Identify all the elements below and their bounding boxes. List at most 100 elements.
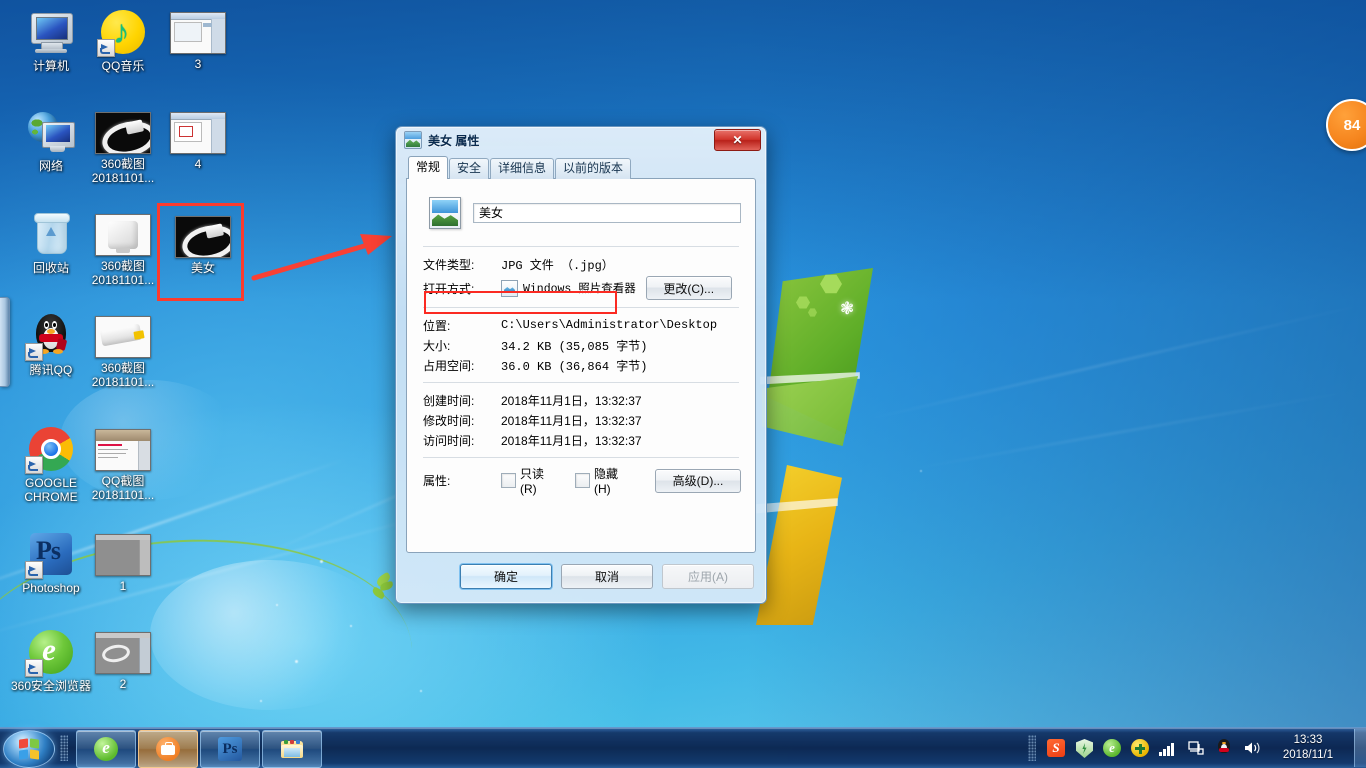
readonly-checkbox-row[interactable]: 只读(R)	[501, 465, 549, 496]
chrome-icon	[25, 425, 75, 474]
hidden-checkbox[interactable]	[575, 473, 590, 488]
dialog-titlebar[interactable]: 美女 属性 ✕	[396, 127, 766, 153]
size-on-disk-value: 36.0 KB (36,864 字节)	[501, 359, 648, 374]
360-browser-tray-icon[interactable]: e	[1101, 737, 1123, 759]
taskbar-button-photoshop[interactable]: Ps	[200, 730, 260, 768]
image-file-icon	[404, 131, 422, 149]
charger-photo-thumbnail-icon	[95, 214, 151, 256]
size-row: 大小: 34.2 KB (35,085 字节)	[421, 335, 741, 355]
taskbar: e Ps S e 13:33 2018/11/1	[0, 727, 1366, 768]
file-type-value: JPG 文件 （.jpg）	[501, 258, 614, 273]
location-value: C:\Users\Administrator\Desktop	[501, 318, 718, 332]
taskbar-grip[interactable]	[60, 735, 68, 761]
screenshot-thumbnail-icon	[95, 534, 151, 576]
360-shield-icon[interactable]	[1073, 737, 1095, 759]
sogou-input-icon[interactable]: S	[1045, 737, 1067, 759]
system-tray: S e 13:33 2018/11/1	[1028, 728, 1366, 768]
accessed-value: 2018年11月1日，13:32:37	[501, 433, 642, 448]
qq-music-icon: ♪	[97, 8, 147, 57]
windows-logo-icon	[18, 737, 40, 760]
taskbar-buttons: e Ps	[76, 728, 322, 768]
hidden-checkbox-row[interactable]: 隐藏(H)	[575, 465, 623, 496]
close-button[interactable]: ✕	[714, 129, 761, 151]
created-label: 创建时间:	[423, 393, 475, 408]
tab-security[interactable]: 安全	[449, 158, 490, 179]
hidden-label: 隐藏(H)	[594, 467, 619, 496]
advanced-button[interactable]: 高级(D)...	[655, 468, 741, 493]
qq-screenshot-thumbnail-icon	[95, 429, 151, 471]
clock-date: 2018/11/1	[1282, 749, 1334, 761]
desktop-icon-360-screenshot-1[interactable]: 360截图20181101...	[80, 108, 166, 185]
show-desktop-button[interactable]	[1354, 729, 1366, 767]
annotation-arrow-icon	[251, 234, 392, 281]
wallpaper-windows-flag	[756, 268, 900, 625]
clock-time: 13:33	[1293, 734, 1323, 746]
size-on-disk-row: 占用空间: 36.0 KB (36,864 字节)	[421, 355, 741, 375]
tab-previous-versions[interactable]: 以前的版本	[555, 158, 632, 179]
desktop-icon-1[interactable]: 1	[80, 530, 166, 593]
created-row: 创建时间: 2018年11月1日，13:32:37	[421, 390, 741, 410]
desktop-icon-qq-screenshot[interactable]: QQ截图20181101...	[80, 425, 166, 502]
close-icon: ✕	[732, 133, 743, 147]
volume-icon[interactable]	[1241, 737, 1263, 759]
selection-highlight-box	[157, 203, 244, 301]
desktop-icon-3[interactable]: 3	[155, 8, 241, 71]
desktop-icon-qq-music[interactable]: ♪ QQ音乐	[80, 8, 166, 73]
readonly-checkbox[interactable]	[501, 473, 516, 488]
accessed-row: 访问时间: 2018年11月1日，13:32:37	[421, 430, 741, 450]
change-program-button[interactable]: 更改(C)...	[645, 276, 732, 300]
network-icon[interactable]	[1185, 737, 1207, 759]
screenshot-thumbnail-icon	[170, 112, 226, 154]
tab-general[interactable]: 常规	[408, 156, 449, 179]
signal-bars-icon[interactable]	[1157, 737, 1179, 759]
size-value: 34.2 KB (35,085 字节)	[501, 339, 648, 354]
dialog-body: 常规 安全 详细信息 以前的版本 文件类型: JPG	[406, 156, 756, 593]
modified-row: 修改时间: 2018年11月1日，13:32:37	[421, 410, 741, 430]
taskbar-button-explorer[interactable]	[262, 730, 322, 768]
tray-grip[interactable]	[1028, 735, 1036, 761]
recycle-bin-icon	[27, 210, 75, 258]
desktop-icon-360-screenshot-3[interactable]: 360截图20181101...	[80, 312, 166, 389]
360-browser-icon: e	[93, 736, 119, 762]
computer-icon	[27, 8, 75, 56]
start-button[interactable]	[3, 730, 55, 768]
desktop-icon-2[interactable]: 2	[80, 628, 166, 691]
open-with-row: 打开方式: Windows 照片查看器 更改(C)...	[421, 276, 741, 300]
readonly-label: 只读(R)	[520, 467, 545, 496]
taskbar-button-360-browser[interactable]: e	[76, 730, 136, 768]
file-name-row	[421, 191, 741, 239]
desktop-icon-label: QQ音乐	[101, 59, 145, 73]
modified-label: 修改时间:	[423, 413, 475, 428]
taskbar-clock[interactable]: 13:33 2018/11/1	[1266, 733, 1350, 763]
file-preview-icon	[429, 197, 461, 229]
tab-panel-general: 文件类型: JPG 文件 （.jpg） 打开方式: Windows 照片查看器 …	[406, 178, 756, 553]
taskbar-button-briefcase[interactable]	[138, 730, 198, 768]
divider	[423, 457, 739, 458]
file-name-input[interactable]	[473, 203, 741, 223]
qq-tray-icon[interactable]	[1213, 737, 1235, 759]
shortcut-overlay-icon	[25, 659, 43, 677]
photo-viewer-icon	[501, 279, 518, 297]
cancel-button[interactable]: 取消	[561, 563, 653, 589]
size-label: 大小:	[423, 338, 451, 353]
tab-details[interactable]: 详细信息	[490, 158, 555, 179]
desktop-icon-label: 2	[119, 677, 127, 691]
plug-photo-thumbnail-icon	[95, 316, 151, 358]
file-type-label: 文件类型:	[423, 257, 475, 272]
desktop-icon-360-screenshot-2[interactable]: 360截图20181101...	[80, 210, 166, 287]
360-browser-icon: e	[25, 628, 75, 677]
ok-button[interactable]: 确定	[460, 563, 552, 589]
desktop-icon-label: QQ截图20181101...	[91, 474, 155, 502]
briefcase-icon	[155, 736, 181, 762]
hidden-sidebar-handle[interactable]	[0, 297, 10, 387]
size-on-disk-label: 占用空间:	[423, 358, 475, 373]
folder-icon	[279, 736, 305, 762]
desktop-icon-label: 1	[119, 579, 127, 593]
location-row: 位置: C:\Users\Administrator\Desktop	[421, 315, 741, 335]
360-speedup-icon[interactable]	[1129, 737, 1151, 759]
desktop-icon-label: 360截图20181101...	[91, 361, 155, 389]
desktop-icon-4[interactable]: 4	[155, 108, 241, 171]
attributes-row: 属性: 只读(R) 隐藏(H) 高级(D)...	[421, 465, 741, 496]
shortcut-overlay-icon	[25, 561, 43, 579]
photoshop-icon: Ps	[25, 530, 75, 579]
